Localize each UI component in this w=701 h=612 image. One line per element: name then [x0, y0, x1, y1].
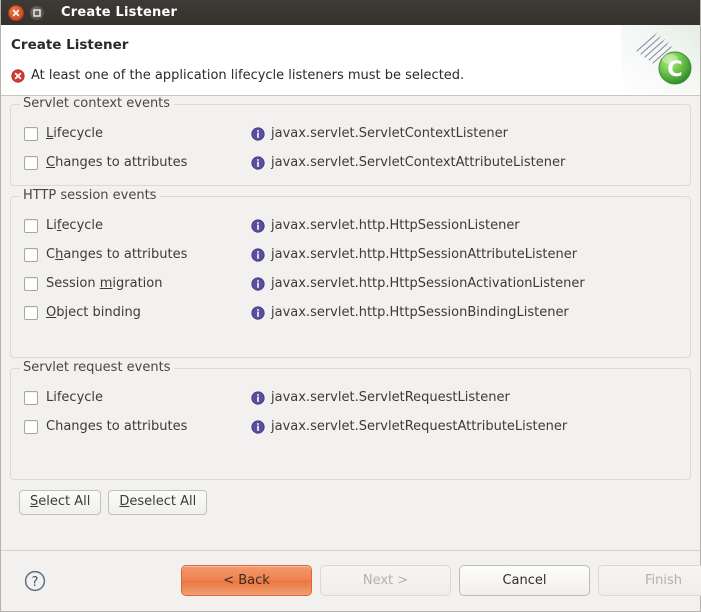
group-label: Servlet request events	[20, 360, 174, 375]
wizard-header: Create Listener At least one of the appl…	[1, 25, 700, 96]
listener-type-cell: javax.servlet.http.HttpSessionBindingLis…	[251, 305, 569, 320]
listener-checkbox-label: Object binding	[46, 305, 141, 320]
info-icon	[251, 306, 265, 320]
listener-checkbox[interactable]: Object binding	[11, 305, 251, 320]
group-spacer	[11, 441, 690, 471]
eclipse-wizard-banner-icon: C	[621, 25, 700, 94]
checkbox-box-icon[interactable]	[24, 420, 38, 434]
listener-row: Lifecycle javax.servlet.http.HttpSessionL…	[11, 211, 690, 240]
create-listener-dialog: Create Listener Create Listener At least…	[0, 0, 701, 612]
checkbox-box-icon[interactable]	[24, 306, 38, 320]
window-title: Create Listener	[61, 5, 177, 20]
listener-row: Changes to attributes javax.servlet.Servl…	[11, 148, 690, 177]
next-button: Next >	[320, 565, 451, 596]
listener-checkbox-label: Changes to attributes	[46, 155, 187, 170]
wizard-navigation-buttons: < Back Next > Cancel Finish	[181, 565, 701, 596]
listener-checkbox-label: Changes to attributes	[46, 247, 187, 262]
listener-row: Lifecycle javax.servlet.ServletContextLis…	[11, 119, 690, 148]
listener-type-cell: javax.servlet.ServletRequestListener	[251, 390, 510, 405]
listener-type-cell: javax.servlet.http.HttpSessionListener	[251, 218, 520, 233]
group-body: Lifecycle javax.servlet.http.HttpSessionL…	[11, 197, 690, 357]
group-label: HTTP session events	[20, 188, 160, 203]
listener-checkbox-label: Lifecycle	[46, 126, 103, 141]
finish-button: Finish	[598, 565, 701, 596]
info-icon	[251, 127, 265, 141]
listener-group: HTTP session eventsLifecyclejavax.servle…	[10, 196, 691, 358]
group-body: Lifecycle javax.servlet.ServletContextLis…	[11, 105, 690, 185]
back-button[interactable]: < Back	[181, 565, 312, 596]
info-icon	[251, 219, 265, 233]
window-titlebar: Create Listener	[1, 0, 700, 25]
listener-checkbox[interactable]: Changes to attributes	[11, 419, 251, 434]
page-title: Create Listener	[11, 37, 128, 53]
svg-text:?: ?	[32, 575, 39, 590]
checkbox-box-icon[interactable]	[24, 219, 38, 233]
window-maximize-icon[interactable]	[29, 5, 45, 21]
listener-group: Servlet context eventsLifecyclejavax.ser…	[10, 104, 691, 186]
listener-checkbox-label: Lifecycle	[46, 218, 103, 233]
checkbox-box-icon[interactable]	[24, 248, 38, 262]
listener-type-name: javax.servlet.ServletRequestListener	[271, 390, 510, 405]
help-icon[interactable]: ?	[23, 569, 47, 593]
listener-group: Servlet request eventsLifecyclejavax.ser…	[10, 368, 691, 480]
listener-type-cell: javax.servlet.ServletContextListener	[251, 126, 508, 141]
listener-type-cell: javax.servlet.http.HttpSessionAttributeL…	[251, 247, 577, 262]
group-label: Servlet context events	[20, 96, 174, 111]
listener-type-cell: javax.servlet.http.HttpSessionActivation…	[251, 276, 585, 291]
listener-type-cell: javax.servlet.ServletContextAttributeLis…	[251, 155, 565, 170]
info-icon	[251, 248, 265, 262]
info-icon	[251, 277, 265, 291]
listener-type-name: javax.servlet.http.HttpSessionAttributeL…	[271, 247, 577, 262]
listener-checkbox-label: Changes to attributes	[46, 419, 187, 434]
group-body: Lifecycle javax.servlet.ServletRequestLis…	[11, 369, 690, 479]
listener-row: Changes to attributes javax.servlet.http.…	[11, 240, 690, 269]
group-spacer	[11, 327, 690, 349]
listener-type-name: javax.servlet.ServletRequestAttributeLis…	[271, 419, 567, 434]
select-all-row: Select All Deselect All	[10, 490, 691, 515]
listener-row: Session migration javax.servlet.http.Http…	[11, 269, 690, 298]
listener-row: Changes to attributes javax.servlet.Servl…	[11, 412, 690, 441]
listener-type-cell: javax.servlet.ServletRequestAttributeLis…	[251, 419, 567, 434]
listener-type-name: javax.servlet.http.HttpSessionActivation…	[271, 276, 585, 291]
checkbox-box-icon[interactable]	[24, 127, 38, 141]
deselect-all-button[interactable]: Deselect All	[108, 490, 207, 515]
validation-message-row: At least one of the application lifecycl…	[11, 68, 464, 83]
listener-type-name: javax.servlet.http.HttpSessionBindingLis…	[271, 305, 569, 320]
info-icon	[251, 156, 265, 170]
listener-type-name: javax.servlet.ServletContextListener	[271, 126, 508, 141]
info-icon	[251, 420, 265, 434]
listener-checkbox-label: Session migration	[46, 276, 162, 291]
listener-checkbox[interactable]: Changes to attributes	[11, 155, 251, 170]
checkbox-box-icon[interactable]	[24, 277, 38, 291]
checkbox-box-icon[interactable]	[24, 391, 38, 405]
listener-checkbox[interactable]: Lifecycle	[11, 390, 251, 405]
listener-checkbox[interactable]: Lifecycle	[11, 126, 251, 141]
svg-text:C: C	[667, 57, 682, 81]
info-icon	[251, 391, 265, 405]
select-all-button[interactable]: Select All	[19, 490, 101, 515]
cancel-button[interactable]: Cancel	[459, 565, 590, 596]
listener-row: Object binding javax.servlet.http.HttpSes…	[11, 298, 690, 327]
error-icon	[11, 69, 25, 83]
listener-groups: Servlet context eventsLifecyclejavax.ser…	[10, 104, 691, 480]
wizard-content: Servlet context events Lifecycle javax.ser…	[1, 96, 700, 550]
listener-checkbox[interactable]: Lifecycle	[11, 218, 251, 233]
window-close-icon[interactable]	[8, 5, 24, 21]
listener-checkbox[interactable]: Session migration	[11, 276, 251, 291]
listener-type-name: javax.servlet.http.HttpSessionListener	[271, 218, 520, 233]
listener-row: Lifecycle javax.servlet.ServletRequestLis…	[11, 383, 690, 412]
listener-type-name: javax.servlet.ServletContextAttributeLis…	[271, 155, 565, 170]
listener-checkbox-label: Lifecycle	[46, 390, 103, 405]
checkbox-box-icon[interactable]	[24, 156, 38, 170]
validation-message: At least one of the application lifecycl…	[31, 68, 464, 83]
wizard-footer: ? < Back Next > Cancel Finish	[1, 550, 700, 611]
listener-checkbox[interactable]: Changes to attributes	[11, 247, 251, 262]
